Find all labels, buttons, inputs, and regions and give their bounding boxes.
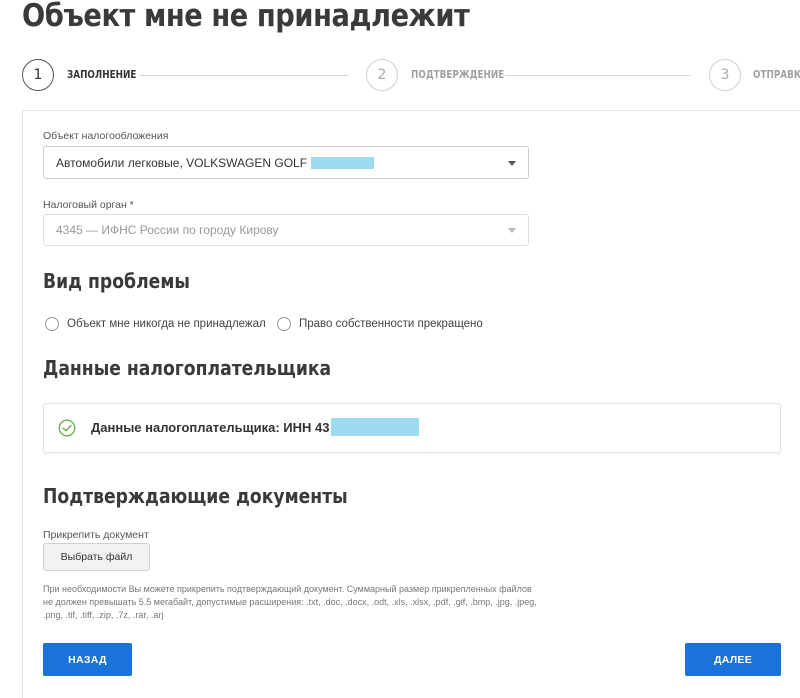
step-connector-2 (505, 75, 691, 76)
page-title: Объект мне не принадлежит (22, 0, 470, 34)
radio-never-owned-label: Объект мне никогда не принадлежал (67, 318, 266, 330)
step-2-label: ПОДТВЕРЖДЕНИЕ (411, 68, 505, 81)
form-card: Объект налогообложения Автомобили легков… (22, 110, 800, 698)
taxpayer-inn-text: Данные налогоплательщика: ИНН 43 (91, 420, 330, 435)
radio-never-owned[interactable]: Объект мне никогда не принадлежал (45, 317, 266, 331)
step-3-label: ОТПРАВКА (753, 68, 800, 81)
choose-file-button[interactable]: Выбрать файл (43, 543, 150, 571)
radio-ownership-ended-label: Право собственности прекращено (299, 318, 483, 330)
documents-section-title: Подтверждающие документы (43, 484, 348, 508)
redacted-block (331, 418, 420, 437)
check-circle-icon (58, 419, 76, 437)
stepper: 1 ЗАПОЛНЕНИЕ 2 ПОДТВЕРЖДЕНИЕ 3 ОТПРАВКА (0, 56, 800, 96)
step-2-circle[interactable]: 2 (366, 59, 398, 91)
taxpayer-info-panel[interactable]: Данные налогоплательщика: ИНН 43 (43, 403, 781, 453)
caret-down-icon (508, 160, 516, 166)
radio-circle[interactable] (45, 317, 59, 331)
tax-authority-select[interactable]: 4345 — ИФНС России по городу Кирову (43, 214, 529, 246)
attachment-hint: При необходимости Вы можете прикрепить п… (43, 584, 537, 620)
tax-object-value: Автомобили легковые, VOLKSWAGEN GOLF (56, 155, 308, 170)
problem-section-title: Вид проблемы (43, 269, 190, 293)
taxpayer-section-title: Данные налогоплательщика (43, 356, 332, 380)
back-button[interactable]: НАЗАД (43, 643, 132, 676)
tax-authority-value: 4345 — ИФНС России по городу Кирову (56, 223, 279, 237)
step-3-circle[interactable]: 3 (709, 59, 741, 91)
tax-authority-label: Налоговый орган * (43, 199, 134, 211)
taxpayer-info-text: Данные налогоплательщика: ИНН 43 (91, 418, 420, 437)
attach-document-label: Прикрепить документ (43, 529, 149, 541)
step-1-circle[interactable]: 1 (22, 59, 54, 91)
radio-ownership-ended[interactable]: Право собственности прекращено (277, 317, 483, 331)
tax-object-select[interactable]: Автомобили легковые, VOLKSWAGEN GOLF (43, 146, 529, 179)
next-button[interactable]: ДАЛЕЕ (685, 643, 781, 676)
redacted-block (311, 156, 375, 169)
step-1-label: ЗАПОЛНЕНИЕ (67, 68, 137, 81)
step-connector-1 (140, 75, 348, 76)
radio-circle[interactable] (277, 317, 291, 331)
tax-object-label: Объект налогообложения (43, 130, 169, 142)
caret-down-icon (508, 228, 516, 233)
